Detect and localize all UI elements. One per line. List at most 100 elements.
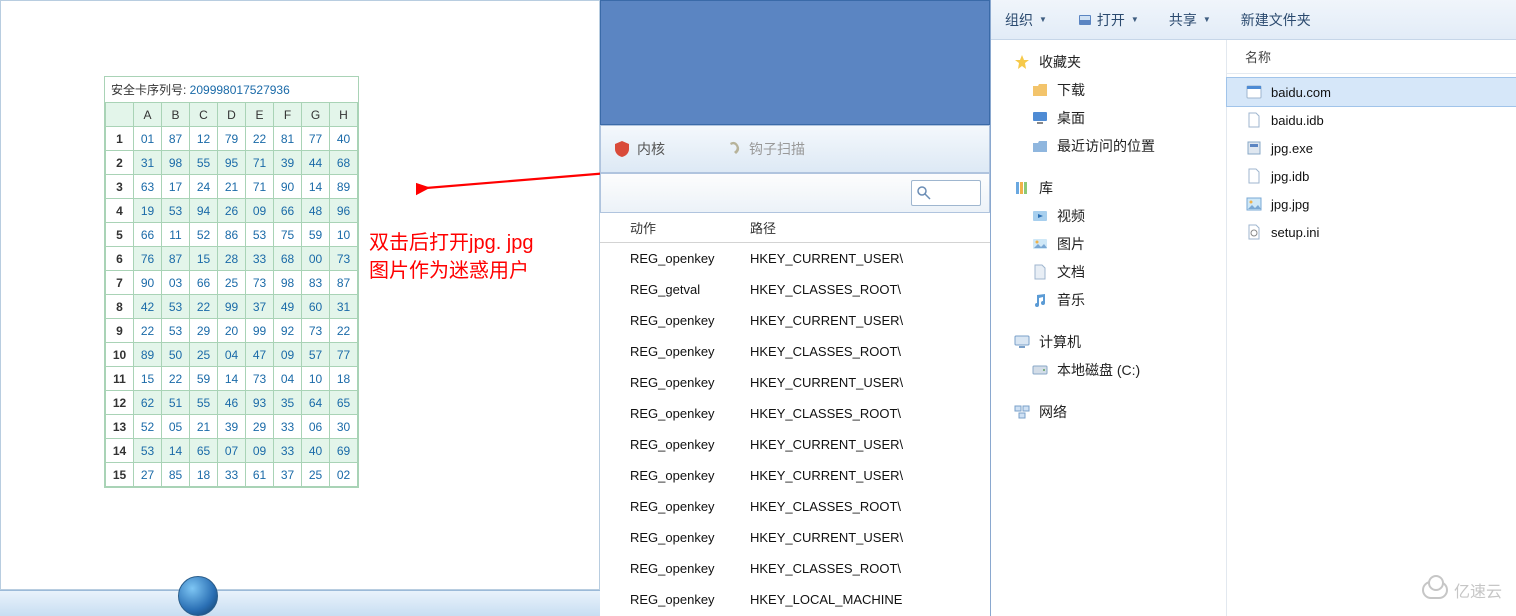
reg-action: REG_openkey (600, 406, 750, 421)
file-item[interactable]: jpg.exe (1227, 134, 1516, 162)
col-action[interactable]: 动作 (600, 218, 750, 237)
card-cell: 68 (330, 151, 358, 175)
nav-pictures[interactable]: 图片 (991, 230, 1226, 258)
card-cell: 22 (330, 319, 358, 343)
registry-row[interactable]: REG_openkeyHKEY_CLASSES_ROOT\ (600, 553, 990, 584)
card-cell: 61 (246, 463, 274, 487)
file-name: baidu.com (1271, 85, 1331, 100)
card-cell: 14 (162, 439, 190, 463)
card-cell: 46 (218, 391, 246, 415)
registry-row[interactable]: REG_openkeyHKEY_CURRENT_USER\ (600, 522, 990, 553)
nav-network[interactable]: 网络 (991, 398, 1226, 426)
tab-kernel[interactable]: 内核 (613, 139, 665, 159)
registry-row[interactable]: REG_openkeyHKEY_LOCAL_MACHINE (600, 584, 990, 615)
card-cell: 99 (246, 319, 274, 343)
file-item[interactable]: baidu.idb (1227, 106, 1516, 134)
registry-row[interactable]: REG_openkeyHKEY_CLASSES_ROOT\ (600, 398, 990, 429)
reg-action: REG_openkey (600, 313, 750, 328)
card-cell: 04 (274, 367, 302, 391)
nav-localdisk[interactable]: 本地磁盘 (C:) (991, 356, 1226, 384)
card-cell: 53 (162, 295, 190, 319)
reg-action: REG_openkey (600, 251, 750, 266)
registry-row[interactable]: REG_openkeyHKEY_CLASSES_ROOT\ (600, 336, 990, 367)
card-cell: 00 (302, 247, 330, 271)
nav-libraries[interactable]: 库 (991, 174, 1226, 202)
card-cell: 98 (274, 271, 302, 295)
card-col: F (274, 103, 302, 127)
file-col-name[interactable]: 名称 (1227, 40, 1516, 74)
card-row-num: 12 (106, 391, 134, 415)
share-button[interactable]: 共享▼ (1169, 10, 1211, 30)
nav-videos[interactable]: 视频 (991, 202, 1226, 230)
registry-row[interactable]: REG_openkeyHKEY_CURRENT_USER\ (600, 243, 990, 274)
open-button[interactable]: 打开▼ (1077, 10, 1139, 30)
card-cell: 21 (190, 415, 218, 439)
card-cell: 51 (162, 391, 190, 415)
nav-favorites[interactable]: 收藏夹 (991, 48, 1226, 76)
open-icon (1077, 12, 1093, 28)
file-item[interactable]: jpg.idb (1227, 162, 1516, 190)
card-row-num: 7 (106, 271, 134, 295)
file-item[interactable]: setup.ini (1227, 218, 1516, 246)
reg-path: HKEY_CURRENT_USER\ (750, 468, 903, 483)
file-item[interactable]: jpg.jpg (1227, 190, 1516, 218)
registry-list: REG_openkeyHKEY_CURRENT_USER\REG_getvalH… (600, 243, 990, 615)
nav-downloads[interactable]: 下载 (991, 76, 1226, 104)
reg-action: REG_getval (600, 282, 750, 297)
nav-computer[interactable]: 计算机 (991, 328, 1226, 356)
card-cell: 87 (162, 127, 190, 151)
file-icon (1245, 83, 1263, 101)
registry-row[interactable]: REG_openkeyHKEY_CURRENT_USER\ (600, 367, 990, 398)
card-cell: 81 (274, 127, 302, 151)
registry-row[interactable]: REG_openkeyHKEY_CURRENT_USER\ (600, 460, 990, 491)
video-icon (1031, 207, 1049, 225)
card-cell: 20 (218, 319, 246, 343)
card-title-prefix: 安全卡序列号: (111, 83, 190, 97)
card-cell: 53 (246, 223, 274, 247)
file-list: baidu.com baidu.idb jpg.exe jpg.idbjpg.jpgs… (1227, 74, 1516, 250)
registry-row[interactable]: REG_openkeyHKEY_CURRENT_USER\ (600, 429, 990, 460)
reg-action: REG_openkey (600, 375, 750, 390)
new-folder-button[interactable]: 新建文件夹 (1241, 10, 1311, 30)
card-cell: 18 (330, 367, 358, 391)
card-cell: 92 (274, 319, 302, 343)
card-cell: 89 (330, 175, 358, 199)
reg-path: HKEY_CURRENT_USER\ (750, 437, 903, 452)
file-item[interactable]: baidu.com (1227, 78, 1516, 106)
card-cell: 07 (218, 439, 246, 463)
organize-button[interactable]: 组织▼ (1005, 10, 1047, 30)
card-title: 安全卡序列号: 209998017527936 (105, 77, 358, 102)
card-cell: 52 (134, 415, 162, 439)
nav-desktop[interactable]: 桌面 (991, 104, 1226, 132)
card-row-num: 5 (106, 223, 134, 247)
nav-documents[interactable]: 文档 (991, 258, 1226, 286)
card-row-num: 3 (106, 175, 134, 199)
tab-hook-scan[interactable]: 钩子扫描 (725, 139, 805, 159)
nav-music[interactable]: 音乐 (991, 286, 1226, 314)
card-cell: 33 (274, 415, 302, 439)
card-row-num: 10 (106, 343, 134, 367)
star-icon (1013, 53, 1031, 71)
card-row-num: 13 (106, 415, 134, 439)
security-card: 安全卡序列号: 209998017527936 ABCDEFGH 1018712… (104, 76, 359, 488)
card-cell: 68 (274, 247, 302, 271)
card-cell: 73 (302, 319, 330, 343)
card-cell: 33 (274, 439, 302, 463)
reg-path: HKEY_CLASSES_ROOT\ (750, 406, 901, 421)
card-cell: 69 (330, 439, 358, 463)
search-input[interactable] (911, 180, 981, 206)
card-cell: 65 (190, 439, 218, 463)
card-cell: 26 (218, 199, 246, 223)
card-cell: 59 (302, 223, 330, 247)
registry-row[interactable]: REG_openkeyHKEY_CURRENT_USER\ (600, 305, 990, 336)
nav-recent[interactable]: 最近访问的位置 (991, 132, 1226, 160)
card-cell: 71 (246, 175, 274, 199)
registry-row[interactable]: REG_openkeyHKEY_CLASSES_ROOT\ (600, 491, 990, 522)
card-cell: 15 (190, 247, 218, 271)
start-orb[interactable] (178, 576, 218, 616)
col-path[interactable]: 路径 (750, 218, 776, 237)
file-name: jpg.exe (1271, 141, 1313, 156)
card-cell: 89 (134, 343, 162, 367)
registry-row[interactable]: REG_getvalHKEY_CLASSES_ROOT\ (600, 274, 990, 305)
card-cell: 14 (218, 367, 246, 391)
